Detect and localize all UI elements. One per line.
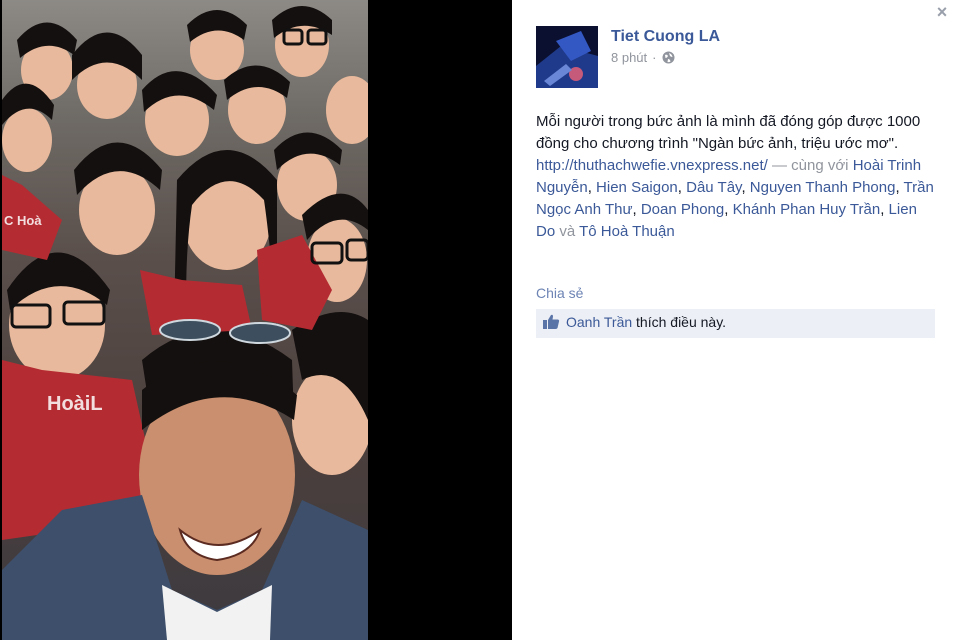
post-side-panel: × Tiet Cuong LA 8 phút · Mỗi người trong … [512, 0, 956, 640]
group-selfie-illustration: HoàiL C Hoà [2, 6, 368, 640]
avatar[interactable] [536, 26, 598, 88]
post-caption: Mỗi người trong bức ảnh là mình đã đóng … [536, 111, 936, 243]
photo-stage: HoàiL C Hoà [0, 0, 512, 640]
tag-separator: , [895, 179, 904, 196]
tag-separator: , [632, 201, 641, 218]
likes-bar: Oanh Trần thích điều này. [536, 309, 935, 338]
tag-separator: , [741, 179, 750, 196]
selfie-photo[interactable]: HoàiL C Hoà [2, 0, 368, 640]
tag-separator: , [677, 179, 687, 196]
shirt-text-2: C Hoà [4, 213, 42, 228]
thumbs-up-icon[interactable] [542, 314, 560, 333]
tag-separator: , [587, 179, 597, 196]
tag-separator: , [724, 201, 733, 218]
meta-separator: · [652, 50, 657, 65]
avatar-image [536, 26, 598, 88]
post-owner-name[interactable]: Tiet Cuong LA [611, 28, 720, 46]
share-button[interactable]: Chia sẻ [536, 285, 583, 301]
and-word: và [555, 223, 580, 240]
tag-link[interactable]: Nguyen Thanh Phong [750, 179, 896, 196]
caption-link[interactable]: http://thuthachwefie.vnexpress.net/ [536, 157, 768, 174]
liker-name[interactable]: Oanh Trần [566, 314, 632, 330]
tag-link[interactable]: Doan Phong [641, 201, 724, 218]
close-icon[interactable]: × [934, 3, 950, 21]
tag-link[interactable]: Khánh Phan Huy Trần [733, 201, 881, 218]
post-timestamp[interactable]: 8 phút [611, 50, 647, 65]
tag-separator: , [880, 201, 889, 218]
post-meta: 8 phút · [611, 50, 675, 67]
likes-suffix: thích điều này. [632, 314, 727, 330]
shirt-text: HoàiL [47, 393, 103, 415]
with-prefix: — cùng với [767, 157, 853, 174]
tag-link[interactable]: Hien Saigon [596, 179, 678, 196]
tag-link[interactable]: Tô Hoà Thuận [579, 223, 675, 240]
globe-icon[interactable] [662, 51, 675, 67]
caption-text: Mỗi người trong bức ảnh là mình đã đóng … [536, 113, 921, 152]
tag-link[interactable]: Dâu Tây [686, 179, 741, 196]
